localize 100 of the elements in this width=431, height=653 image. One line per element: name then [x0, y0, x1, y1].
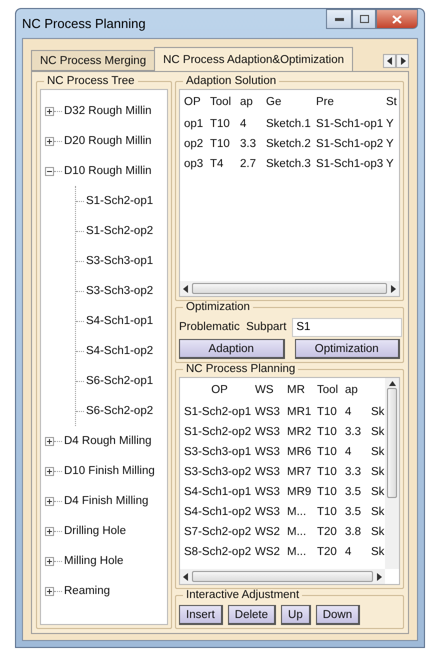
group-title: Optimization [185, 301, 251, 313]
tree-item[interactable]: Reaming [64, 585, 110, 597]
table-cell-text: T10 [317, 406, 338, 418]
tree-item[interactable]: D20 Rough Millin [64, 135, 152, 147]
table-cell-text: T10 [210, 138, 231, 150]
table-cell-text: Sk [371, 526, 386, 538]
table-cell-text: S3-Sch3-op2 [184, 466, 252, 478]
tree-item[interactable]: Milling Hole [64, 555, 124, 567]
column-header[interactable]: Tool [317, 384, 345, 396]
tree-item[interactable]: S6-Sch2-op1 [86, 375, 154, 387]
table-cell-text: Y [386, 138, 395, 150]
table-cell-text: 4 [345, 406, 352, 418]
table-cell-text: S4-Sch1-op1 [184, 486, 252, 498]
column-header[interactable]: OP [184, 384, 255, 396]
table-cell-text: 4 [345, 446, 352, 458]
table-cell-text: WS3 [255, 466, 281, 478]
table-cell-text: T10 [317, 446, 338, 458]
table-cell-text: WS3 [255, 446, 281, 458]
table-cell-text: S1-Sch1-op3 [316, 158, 384, 170]
table-cell-text: 3.3 [240, 138, 257, 150]
table-cell-text: 4 [240, 118, 248, 130]
table-cell-text: Sketch.3 [266, 158, 312, 170]
table-cell-text: MR2 [287, 426, 312, 438]
field-label: Problematic Subpart [179, 321, 286, 333]
table-cell-text: Sketch.2 [266, 138, 312, 150]
table-cell-text: op3 [184, 158, 204, 170]
table-cell-text: M... [287, 526, 308, 538]
table-cell-text: WS3 [255, 426, 281, 438]
table-cell-text: WS3 [255, 486, 281, 498]
tree-item[interactable]: D10 Rough Millin [64, 165, 152, 177]
table-cell-text: Sk [371, 446, 386, 458]
table-cell-text: Sk [371, 466, 386, 478]
table-cell-text: Y [386, 158, 395, 170]
column-header[interactable]: Tool [210, 96, 240, 108]
action-button[interactable]: Optimization [294, 339, 400, 359]
table-cell-text: Sk [371, 406, 386, 418]
table-cell-text: MR6 [287, 446, 312, 458]
tree-item[interactable]: D10 Finish Milling [64, 465, 155, 477]
table-cell-text: T10 [317, 506, 338, 518]
table-cell-text: T10 [210, 118, 231, 130]
tab[interactable]: NC Process Merging [31, 50, 156, 71]
table-cell-text: S8-Sch2-op2 [184, 546, 252, 558]
action-button[interactable]: Delete [228, 605, 276, 625]
table-cell-text: MR7 [287, 466, 312, 478]
table-cell-text: T10 [317, 426, 338, 438]
table-cell-text: WS2 [255, 526, 281, 538]
table-cell-text: S7-Sch2-op2 [184, 526, 252, 538]
table-cell-text: Sk [371, 546, 386, 558]
group-title: Adaption Solution [185, 75, 278, 87]
table-cell-text: S3-Sch3-op1 [184, 446, 252, 458]
table-cell-text: T20 [317, 546, 338, 558]
column-header[interactable]: Ge [266, 96, 316, 108]
column-header[interactable]: OP [184, 96, 210, 108]
subpart-field[interactable]: S1 [292, 318, 402, 336]
tree-item[interactable]: S4-Sch1-op2 [86, 345, 154, 357]
column-header[interactable]: ap [345, 384, 371, 396]
table-cell-text: Sketch.1 [266, 118, 312, 130]
table-cell-text: WS2 [255, 546, 281, 558]
group-title: Interactive Adjustment [185, 589, 300, 601]
group-title: NC Process Planning [185, 363, 296, 375]
table-cell-text: op2 [184, 138, 204, 150]
tree-item[interactable]: S1-Sch2-op2 [86, 225, 154, 237]
tree-item[interactable]: D4 Rough Milling [64, 435, 152, 447]
table-cell-text: op1 [184, 118, 204, 130]
table-cell-text: S4-Sch1-op2 [184, 506, 252, 518]
tree-item[interactable]: D4 Finish Milling [64, 495, 148, 507]
table-cell-text: T10 [317, 486, 338, 498]
table-cell-text: Y [386, 118, 395, 130]
tree-item[interactable]: S3-Sch3-op1 [86, 255, 154, 267]
table-cell-text: 4 [345, 546, 352, 558]
table-cell-text: MR1 [287, 406, 312, 418]
table-cell-text: T20 [317, 526, 338, 538]
table-cell-text: WS3 [255, 406, 281, 418]
table-cell-text: 3.3 [345, 466, 362, 478]
tree-item[interactable]: S4-Sch1-op1 [86, 315, 154, 327]
table-cell-text: WS3 [255, 506, 281, 518]
tree-item[interactable]: D32 Rough Millin [64, 105, 152, 117]
table-cell-text: T10 [317, 466, 338, 478]
column-header[interactable]: St [386, 96, 399, 108]
action-button[interactable]: Insert [179, 605, 223, 625]
table-cell-text: T4 [210, 158, 224, 170]
table-cell-text: Sk [371, 486, 386, 498]
column-header[interactable]: WS [255, 384, 287, 396]
tree-item[interactable]: Drilling Hole [64, 525, 126, 537]
table-cell-text: M... [287, 546, 308, 558]
tree-item[interactable]: S1-Sch2-op1 [86, 195, 154, 207]
action-button[interactable]: Adaption [179, 339, 284, 359]
table-cell-text: MR9 [287, 486, 312, 498]
column-header[interactable]: MR [287, 384, 317, 396]
column-header[interactable]: ap [240, 96, 266, 108]
table-cell-text: 2.7 [240, 158, 257, 170]
action-button[interactable]: Up [281, 605, 311, 625]
tree-item[interactable]: S3-Sch3-op2 [86, 285, 154, 297]
tree-item[interactable]: S6-Sch2-op2 [86, 405, 154, 417]
column-header[interactable]: Pre [316, 96, 386, 108]
table-cell-text: Sk [371, 426, 386, 438]
window-title: NC Process Planning [22, 16, 146, 31]
tab[interactable]: NC Process Adaption&Optimization [154, 47, 353, 71]
table-cell-text: S1-Sch1-op2 [316, 138, 384, 150]
action-button[interactable]: Down [316, 605, 360, 625]
